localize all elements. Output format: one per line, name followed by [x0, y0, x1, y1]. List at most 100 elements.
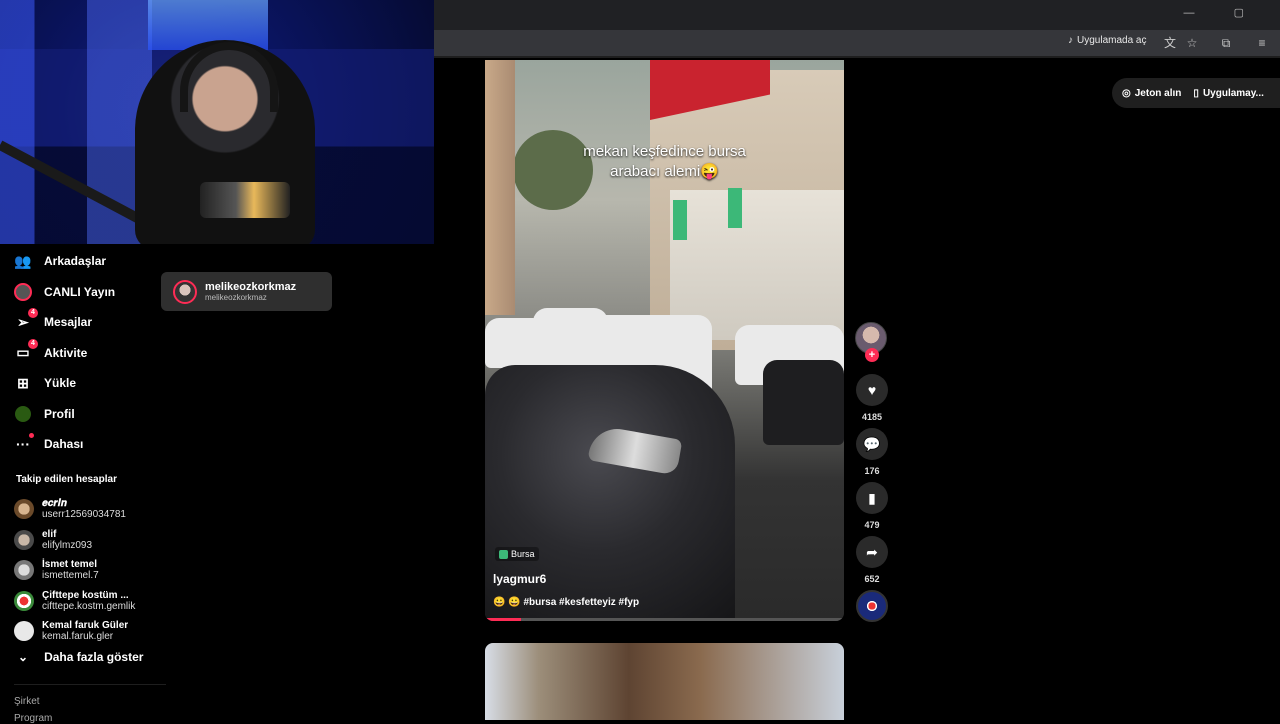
video-player[interactable]: mekan keşfedince bursa arabacı alemi😜 Bu… — [485, 60, 844, 621]
live-icon — [14, 282, 32, 301]
messages-badge: 4 — [28, 308, 38, 319]
sidebar-item-label: Profil — [44, 406, 75, 421]
share-icon: ➦ — [866, 543, 878, 560]
following-handle: userr12569034781 — [42, 509, 126, 521]
following-item[interactable]: elif elifylmz093 — [14, 525, 164, 556]
live-user-handle: melikeozkorkmaz — [205, 292, 267, 302]
get-app-label: Uygulamay... — [1202, 87, 1264, 99]
more-dot — [29, 433, 34, 439]
live-avatar-ring — [14, 282, 32, 301]
following-name: İsmet temel — [42, 559, 98, 571]
live-user-popup[interactable]: melikeozkorkmaz melikeozkorkmaz — [161, 272, 332, 311]
messages-icon: ➢ 4 — [14, 308, 38, 331]
sidebar-item-label: Aktivite — [44, 345, 88, 360]
location-label: Bursa — [511, 549, 535, 559]
video-car — [763, 360, 844, 445]
following-list: 𝒆𝒄𝒓𝒊𝒏 userr12569034781 elif elifylmz093 İs… — [14, 494, 164, 647]
window-controls[interactable]: — ▢ — [1184, 6, 1262, 19]
upload-icon: ⊞ — [17, 374, 29, 391]
profile-avatar — [15, 405, 31, 422]
sidebar-divider — [14, 684, 166, 685]
share-button[interactable]: ➦ — [856, 536, 888, 568]
following-handle: kemal.faruk.gler — [42, 631, 114, 643]
share-count: 652 — [864, 574, 880, 584]
phone-icon: ▯ — [1193, 87, 1199, 99]
video-progress-bar[interactable] — [485, 618, 844, 621]
creator-avatar[interactable]: + — [855, 322, 887, 362]
heart-icon: ♥ — [867, 382, 877, 398]
following-item[interactable]: 𝒆𝒄𝒓𝒊𝒏 userr12569034781 — [14, 494, 164, 525]
avatar — [14, 499, 34, 520]
reading-list-icon[interactable]: ≡ — [1254, 35, 1270, 51]
tiktok-icon: ♪ — [1068, 35, 1073, 46]
sidebar-item-label: Arkadaşlar — [44, 254, 107, 269]
following-item[interactable]: Kemal faruk Güler kemal.faruk.gler — [14, 616, 164, 647]
following-handle: elifylmz093 — [42, 539, 93, 551]
video-progress-fill — [485, 618, 521, 621]
friends-icon: 👥 — [14, 252, 32, 269]
location-icon — [499, 549, 508, 559]
coin-icon: ◎ — [1122, 87, 1131, 99]
video-building-left — [485, 60, 515, 315]
sidebar-item-more[interactable]: ··· Dahası — [14, 429, 164, 460]
sidebar-item-messages[interactable]: ➢ 4 Mesajlar — [14, 307, 164, 338]
following-title: Takip edilen hesaplar — [16, 474, 117, 485]
get-app-button[interactable]: ▯ Uygulamay... — [1193, 88, 1263, 99]
bookmark-icon: ▮ — [868, 489, 876, 506]
follow-plus-icon[interactable]: + — [865, 348, 879, 362]
browser-toolbar: ♪ Uygulamada aç 文 ☆ ⧉ ≡ — [434, 30, 1280, 58]
footer-link-program[interactable]: Program — [14, 713, 52, 724]
sidebar-item-label: CANLI Yayın — [44, 284, 116, 299]
video-author[interactable]: lyagmur6 — [493, 572, 546, 586]
like-count: 4185 — [861, 412, 883, 422]
sidebar-item-friends[interactable]: 👥 Arkadaşlar — [14, 246, 164, 277]
sidebar-item-live[interactable]: CANLI Yayın — [14, 277, 164, 308]
top-actions: ◎ Jeton alın ▯ Uygulamay... — [1112, 78, 1280, 108]
comment-icon: 💬 — [863, 435, 881, 452]
following-name: elif — [42, 528, 57, 540]
avatar — [14, 529, 34, 550]
video-description: 😀 😀 #bursa #kesfetteyiz #fyp — [493, 597, 640, 608]
following-name: Kemal faruk Güler — [42, 620, 129, 632]
show-more-button[interactable]: ⌄ Daha fazla göster — [18, 650, 143, 664]
footer-link-company[interactable]: Şirket — [14, 696, 40, 707]
live-user-name: melikeozkorkmaz — [205, 280, 297, 293]
following-handle: ismettemel.7 — [42, 570, 99, 582]
browser-titlebar: — ▢ — [434, 0, 1280, 30]
activity-badge: 4 — [28, 338, 38, 349]
open-in-app-label: Uygulamada aç — [1077, 35, 1147, 46]
profile-avatar-icon — [14, 405, 32, 423]
sidebar-item-label: Yükle — [44, 376, 77, 391]
sidebar-item-upload[interactable]: ⊞ Yükle — [14, 368, 164, 399]
like-button[interactable]: ♥ — [856, 374, 888, 406]
get-coins-button[interactable]: ◎ Jeton alın — [1122, 88, 1181, 99]
video-overlay-caption: mekan keşfedince bursa arabacı alemi😜 — [583, 143, 746, 180]
live-user-avatar — [173, 279, 197, 304]
following-item[interactable]: Çifttepe kostüm ... cifttepe.kostm.gemlik — [14, 586, 164, 617]
following-handle: cifttepe.kostm.gemlik — [42, 600, 136, 612]
translate-icon[interactable]: 文 — [1162, 35, 1178, 51]
next-video-preview[interactable] — [485, 643, 844, 720]
location-tag[interactable]: Bursa — [495, 547, 539, 561]
comment-button[interactable]: 💬 — [856, 428, 888, 460]
video-bank-sign — [673, 200, 687, 240]
extensions-icon[interactable]: ⧉ — [1218, 35, 1234, 51]
chevron-down-icon: ⌄ — [18, 650, 29, 664]
sidebar-item-profile[interactable]: Profil — [14, 399, 164, 430]
open-in-app-button[interactable]: ♪ Uygulamada aç — [1068, 35, 1146, 46]
get-coins-label: Jeton alın — [1134, 87, 1182, 99]
sidebar-item-activity[interactable]: ▭ 4 Aktivite — [14, 338, 164, 369]
avatar — [14, 590, 34, 611]
video-bank-sign — [728, 188, 742, 228]
sidebar-item-label: Mesajlar — [44, 315, 93, 330]
following-item[interactable]: İsmet temel ismettemel.7 — [14, 555, 164, 586]
save-button[interactable]: ▮ — [856, 482, 888, 514]
avatar — [14, 560, 34, 581]
show-more-label: Daha fazla göster — [44, 650, 144, 664]
webcam-overlay — [0, 0, 434, 244]
avatar — [14, 621, 34, 642]
microphone-figure — [200, 182, 290, 218]
sidebar-nav: 👥 Arkadaşlar CANLI Yayın ➢ 4 Mesajlar ▭ 4 … — [14, 246, 164, 460]
bookmark-star-icon[interactable]: ☆ — [1184, 35, 1200, 51]
music-disc-icon[interactable] — [856, 590, 888, 622]
